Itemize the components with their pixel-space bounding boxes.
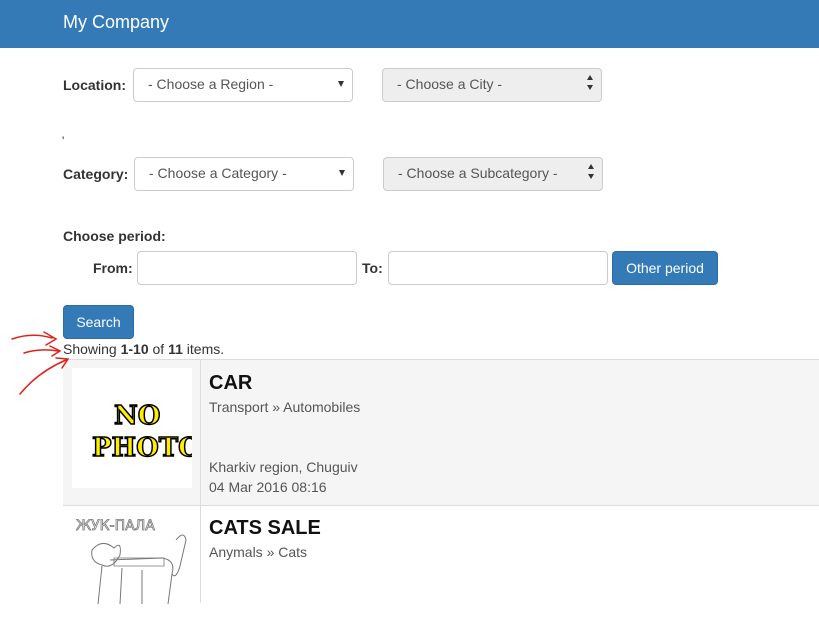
- summary-of: of: [148, 341, 169, 357]
- item-category: Anymals » Cats: [209, 544, 308, 560]
- annotation-arrows: [11, 331, 70, 395]
- navbar: My Company: [0, 0, 819, 48]
- category-label: Category:: [63, 166, 129, 182]
- no-photo-line1: NO: [114, 401, 160, 431]
- item-date: 04 Mar 2016 08:16: [209, 479, 327, 495]
- to-label: To:: [362, 260, 383, 276]
- no-photo-graphic: NO PHOTO: [91, 400, 201, 464]
- sketch-caption: ЖУК-ПАЛА: [76, 518, 155, 534]
- chevron-down-icon: [338, 81, 344, 87]
- period-label: Choose period:: [63, 228, 166, 244]
- list-item[interactable]: ЖУК-ПАЛА CATS SALE Anymals » Cats: [63, 505, 819, 630]
- region-select-value: - Choose a Region -: [148, 76, 274, 92]
- results-summary: Showing 1-10 of 11 items.: [63, 341, 224, 357]
- cat-sketch-image[interactable]: ЖУК-ПАЛА: [72, 510, 192, 630]
- chevron-down-icon: [339, 170, 345, 176]
- item-location: Kharkiv region, Chuguiv: [209, 459, 358, 475]
- thumbnail-cell: NO PHOTO: [63, 360, 202, 505]
- item-title-link[interactable]: CAR: [209, 372, 252, 395]
- city-select-value: - Choose a City -: [397, 76, 503, 92]
- item-title-link[interactable]: CATS SALE: [209, 517, 321, 540]
- chevron-up-icon: [587, 75, 593, 80]
- no-photo-line2: PHOTO: [92, 433, 192, 463]
- category-select-value: - Choose a Category -: [149, 165, 287, 181]
- from-label: From:: [93, 260, 133, 276]
- thumbnail-cell: ЖУК-ПАЛА: [63, 506, 201, 630]
- to-date-input[interactable]: [388, 251, 608, 285]
- other-period-button[interactable]: Other period: [612, 251, 718, 285]
- subcategory-select-value: - Choose a Subcategory -: [398, 165, 558, 181]
- chevron-up-icon: [588, 164, 594, 169]
- location-label: Location:: [63, 77, 126, 93]
- list-item[interactable]: NO PHOTO CAR Transport » Automobiles Kha…: [63, 359, 819, 505]
- chevron-down-icon: [587, 85, 593, 90]
- from-date-input[interactable]: [137, 251, 357, 285]
- item-category: Transport » Automobiles: [209, 399, 361, 415]
- chevron-down-icon: [588, 174, 594, 179]
- city-select[interactable]: - Choose a City -: [382, 68, 602, 102]
- summary-total: 11: [168, 341, 183, 357]
- subcategory-select[interactable]: - Choose a Subcategory -: [383, 157, 603, 191]
- summary-suffix: items.: [182, 341, 225, 357]
- category-select[interactable]: - Choose a Category -: [134, 157, 354, 191]
- stray-tick: ': [62, 134, 65, 148]
- summary-range: 1-10: [120, 341, 149, 357]
- brand-link[interactable]: My Company: [63, 12, 169, 33]
- cat-sketch-graphic: ЖУК-ПАЛА: [76, 518, 187, 605]
- region-select[interactable]: - Choose a Region -: [133, 68, 353, 102]
- no-photo-image[interactable]: NO PHOTO: [72, 368, 202, 488]
